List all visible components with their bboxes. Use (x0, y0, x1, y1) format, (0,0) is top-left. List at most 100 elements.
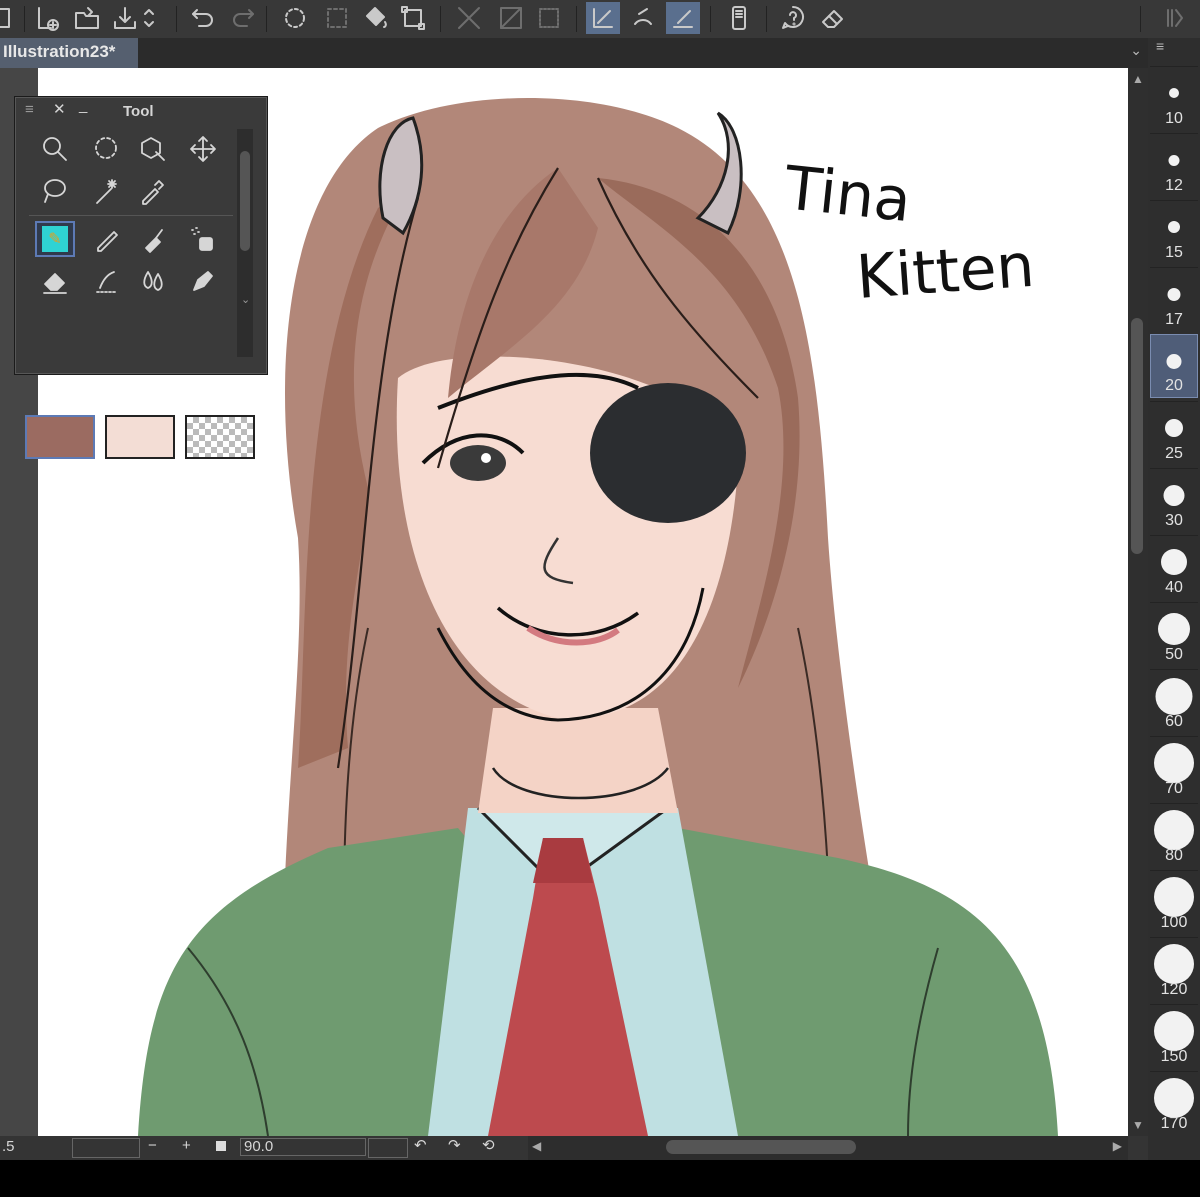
status-left-value: .5 (2, 1138, 15, 1155)
fill-icon[interactable] (133, 263, 173, 299)
auto-select-icon[interactable] (35, 173, 75, 209)
brush-size-item[interactable]: 17 (1150, 267, 1198, 331)
brush-size-preview-icon (1154, 810, 1194, 850)
zoom-in-button[interactable]: + (182, 1137, 191, 1154)
tool-palette-scrollbar[interactable] (237, 129, 253, 357)
rotation-field[interactable] (368, 1138, 408, 1158)
brush-size-item[interactable]: 120 (1150, 937, 1198, 1001)
fill-bucket-icon[interactable] (358, 2, 392, 34)
brush-size-item[interactable]: 25 (1150, 401, 1198, 465)
scroll-down-icon[interactable]: ▼ (1132, 1118, 1144, 1132)
brush-size-item[interactable]: 60 (1150, 669, 1198, 733)
rotate-right-icon[interactable]: ↷ (448, 1136, 461, 1154)
snap-to-special-ruler-icon[interactable] (626, 2, 660, 34)
document-tab[interactable]: Illustration23* (0, 38, 138, 68)
brush-size-item[interactable]: 50 (1150, 602, 1198, 666)
ruler-icon[interactable] (452, 2, 486, 34)
brush-panel-menu-icon[interactable]: ≡ (1148, 38, 1200, 56)
brush-size-label: 15 (1165, 244, 1183, 261)
brush-size-preview-icon (1154, 743, 1194, 783)
save-icon[interactable] (108, 2, 142, 34)
magic-wand-icon[interactable] (87, 173, 127, 209)
brush-size-label: 120 (1160, 981, 1188, 998)
brush-size-item[interactable]: 40 (1150, 535, 1198, 599)
brush-size-preview-icon (1161, 549, 1187, 575)
smartphone-icon[interactable] (722, 2, 756, 34)
transparent-color-swatch[interactable] (185, 415, 255, 459)
decoration-icon[interactable] (183, 263, 223, 299)
main-color-swatch[interactable] (25, 415, 95, 459)
zoom-icon[interactable] (35, 131, 75, 167)
scroll-right-icon[interactable]: ▶ (1113, 1139, 1122, 1153)
brush-size-label: 17 (1165, 311, 1183, 328)
brush-size-item[interactable]: 12 (1150, 133, 1198, 197)
snap-icon[interactable] (494, 2, 528, 34)
horizontal-scrollbar[interactable]: ◀ ▶ (528, 1136, 1128, 1160)
scroll-up-icon[interactable]: ▲ (1132, 72, 1144, 86)
sub-color-swatch[interactable] (105, 415, 175, 459)
brush-size-item[interactable]: 100 (1150, 870, 1198, 934)
tool-palette-scroll-thumb[interactable] (240, 151, 250, 251)
scroll-left-icon[interactable]: ◀ (532, 1139, 541, 1153)
fit-icon[interactable] (216, 1141, 226, 1151)
operation-icon[interactable] (133, 131, 173, 167)
airbrush-icon[interactable] (183, 221, 223, 257)
horizontal-scroll-thumb[interactable] (666, 1140, 856, 1154)
brush-icon[interactable] (133, 221, 173, 257)
new-canvas-icon[interactable] (30, 2, 64, 34)
brush-size-item[interactable]: 15 (1150, 200, 1198, 264)
tool-palette-scroll-down-icon[interactable]: ⌄ (241, 293, 250, 306)
blend-icon[interactable] (87, 263, 127, 299)
snap-to-ruler-icon[interactable] (586, 2, 620, 34)
command-bar (0, 0, 1200, 39)
save-options-chevron-icon[interactable] (140, 2, 158, 34)
tab-list-chevron-icon[interactable]: ⌄ (1130, 42, 1142, 59)
brush-size-item[interactable]: 10 (1150, 66, 1198, 130)
snap-to-grid-icon[interactable] (666, 2, 700, 34)
navigator-field[interactable] (72, 1138, 140, 1158)
loading-circle-icon[interactable] (278, 2, 312, 34)
brush-size-preview-icon (1169, 88, 1179, 98)
tool-palette-titlebar[interactable]: ≡ ✕ _ Tool (15, 97, 267, 127)
brush-size-label: 25 (1165, 445, 1183, 462)
lasso-selection-icon[interactable] (87, 131, 127, 167)
brush-size-preview-icon (1163, 484, 1185, 506)
help-icon[interactable] (776, 2, 810, 34)
brush-size-item[interactable]: 70 (1150, 736, 1198, 800)
undo-icon[interactable] (186, 2, 220, 34)
brush-size-item[interactable]: 20 (1150, 334, 1198, 398)
brush-size-item[interactable]: 150 (1150, 1004, 1198, 1068)
brush-size-item[interactable]: 170 (1150, 1071, 1198, 1135)
brush-size-preview-icon (1165, 419, 1183, 437)
move-icon[interactable] (183, 131, 223, 167)
name-line1-text: Tina (780, 153, 914, 236)
eraser-toolbar-icon[interactable] (816, 2, 850, 34)
panel-collapse-icon[interactable] (1148, 2, 1200, 34)
clear-selection-icon[interactable] (320, 2, 354, 34)
transform-icon[interactable] (396, 2, 430, 34)
brush-size-item[interactable]: 80 (1150, 803, 1198, 867)
reset-rotation-icon[interactable]: ⟲ (482, 1136, 495, 1154)
brush-size-item[interactable]: 30 (1150, 468, 1198, 532)
redo-icon[interactable] (226, 2, 260, 34)
menu-icon[interactable]: ≡ (25, 101, 34, 118)
tool-palette-title: Tool (123, 103, 154, 120)
pencil-icon[interactable] (87, 221, 127, 257)
brush-size-label: 80 (1165, 847, 1183, 864)
open-folder-icon[interactable] (70, 2, 104, 34)
brush-size-label: 40 (1165, 579, 1183, 596)
eraser-icon[interactable] (35, 263, 75, 299)
zoom-out-button[interactable]: − (148, 1137, 157, 1154)
zoom-value-field[interactable]: 90.0 (240, 1138, 366, 1156)
vertical-scroll-thumb[interactable] (1131, 318, 1143, 554)
minimize-icon[interactable]: _ (79, 97, 87, 114)
close-icon[interactable]: ✕ (53, 100, 66, 118)
pen-icon[interactable]: ✎ (35, 221, 75, 257)
eyedropper-icon[interactable] (133, 173, 173, 209)
panel-icon[interactable] (0, 2, 18, 34)
rotate-left-icon[interactable]: ↶ (414, 1136, 427, 1154)
brush-size-panel: ≡ 10 12 15 17 20 25 30 40 50 60 70 80 100 120 150 170 (1148, 38, 1200, 1160)
brush-size-label: 12 (1165, 177, 1183, 194)
grid-icon[interactable] (532, 2, 566, 34)
vertical-scrollbar[interactable]: ▲ ▼ (1128, 68, 1148, 1136)
